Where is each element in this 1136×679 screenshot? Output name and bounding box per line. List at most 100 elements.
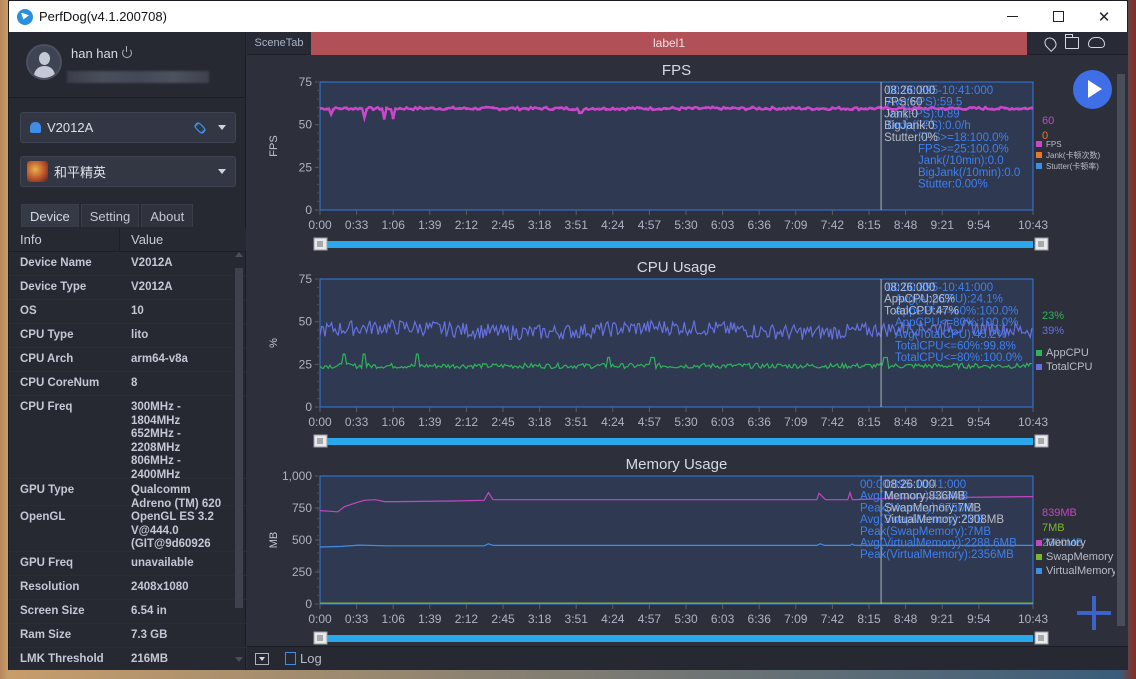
x-tick-label: 5:30: [674, 415, 698, 429]
x-tick-label: 0:00: [308, 218, 332, 232]
range-stat: BigJank(/10min):0.0: [918, 167, 1020, 179]
scrollbar-thumb[interactable]: [1117, 74, 1125, 626]
legend-label[interactable]: SwapMemory: [1046, 551, 1114, 563]
x-tick-label: 8:48: [894, 218, 918, 232]
legend-label[interactable]: TotalCPU: [1046, 361, 1093, 373]
x-tick-label: 3:18: [528, 415, 552, 429]
sidebar-scrollbar[interactable]: [235, 248, 243, 668]
fps-point: [1023, 106, 1027, 110]
x-tick-label: 1:06: [382, 415, 406, 429]
close-button[interactable]: ✕: [1081, 1, 1127, 32]
table-row[interactable]: Resolution 2408x1080: [9, 576, 246, 600]
fps-point: [664, 107, 668, 111]
table-row[interactable]: CPU Arch arm64-v8a: [9, 348, 246, 372]
cursor-tooltip-line: SwapMemory:7MB: [884, 502, 981, 514]
x-tick-label: 3:51: [565, 218, 589, 232]
legend-label[interactable]: AppCPU: [1046, 347, 1089, 359]
maximize-button[interactable]: [1035, 1, 1081, 32]
info-key: Device Type: [20, 281, 87, 293]
scene-tab-button[interactable]: SceneTab: [247, 37, 311, 49]
log-checkbox[interactable]: [285, 652, 296, 665]
y-tick-label: 0: [305, 597, 312, 611]
location-pin-icon[interactable]: [1042, 34, 1059, 52]
table-row[interactable]: LMK Threshold 216MB: [9, 648, 246, 670]
table-row[interactable]: Screen Size 6.54 in: [9, 600, 246, 624]
fps-point: [351, 107, 355, 111]
cloud-icon[interactable]: [1088, 36, 1105, 48]
legend-label[interactable]: Jank(卡顿次数): [1046, 150, 1101, 160]
fps-point: [464, 106, 468, 111]
fps-point: [644, 107, 648, 111]
legend-label[interactable]: VirtualMemory: [1046, 565, 1115, 577]
cursor-tooltip-line: 08:26:000: [884, 282, 935, 294]
fps-point: [710, 105, 715, 109]
folder-icon[interactable]: [1065, 33, 1079, 49]
power-icon[interactable]: [122, 46, 132, 58]
x-tick-label: 6:03: [711, 218, 735, 232]
table-row[interactable]: OS 10: [9, 300, 246, 324]
fps-point: [810, 107, 814, 112]
scroll-down-icon[interactable]: [235, 657, 243, 662]
chevron-down-icon: [218, 169, 226, 174]
scrollbar-thumb[interactable]: [235, 268, 243, 608]
fps-point: [697, 107, 701, 111]
table-row[interactable]: GPU Freq unavailable: [9, 552, 246, 576]
fps-point: [611, 106, 615, 110]
x-tick-label: 9:21: [931, 612, 955, 626]
scene-label[interactable]: label1: [311, 31, 1027, 55]
y-tick-label: 25: [299, 160, 313, 174]
table-row[interactable]: CPU Type lito: [9, 324, 246, 348]
x-tick-label: 4:57: [638, 415, 662, 429]
fps-point: [804, 107, 808, 111]
scroll-up-icon[interactable]: [235, 252, 243, 257]
add-chart-button[interactable]: [1077, 596, 1111, 630]
fps-point: [557, 106, 562, 110]
range-stat: Peak(VirtualMemory):2356MB: [860, 549, 1014, 561]
play-button[interactable]: [1073, 70, 1112, 109]
fps-point: [418, 105, 422, 110]
fps-point: [424, 106, 429, 110]
tab-setting[interactable]: Setting: [80, 204, 140, 227]
legend-swatch: [1036, 350, 1042, 356]
minimize-button[interactable]: [989, 1, 1035, 32]
column-header-value: Value: [131, 232, 164, 247]
main-panel: SceneTab label1 FPS FPS 0 25 50 75 0:00 0:33 1:0…: [247, 31, 1128, 670]
tab-device[interactable]: Device: [21, 204, 79, 227]
device-info-table: Info Value Device Name V2012A Device Type V…: [9, 228, 246, 670]
fps-point: [850, 107, 854, 112]
fps-point: [478, 107, 482, 111]
table-row[interactable]: GPU Type Qualcomm Adreno (TM) 620: [9, 479, 246, 510]
legend-label[interactable]: FPS: [1046, 140, 1062, 149]
fps-point: [591, 106, 595, 111]
app-select[interactable]: 和平精英: [20, 156, 236, 187]
main-scrollbar[interactable]: [1117, 60, 1125, 640]
range-stat: Peak(SwapMemory):7MB: [860, 526, 991, 538]
table-row[interactable]: Device Type V2012A: [9, 276, 246, 300]
x-tick-label: 2:45: [491, 218, 515, 232]
table-row[interactable]: Ram Size 7.3 GB: [9, 624, 246, 648]
fps-point: [671, 105, 675, 109]
user-panel: han han: [9, 32, 245, 98]
fps-point: [970, 106, 974, 110]
table-row[interactable]: CPU CoreNum 8: [9, 372, 246, 396]
legend-label[interactable]: Stutter(卡顿率): [1046, 161, 1099, 171]
avatar[interactable]: [26, 44, 62, 80]
device-select[interactable]: V2012A: [20, 112, 236, 143]
y-tick-label: 75: [299, 272, 313, 286]
connection-link-icon[interactable]: [193, 120, 207, 135]
y-tick-label: 75: [299, 75, 313, 89]
chart-1: CPU Usage% 0 25 50 75 0:00 0:33 1:06 1:39 2:12 2:4…: [268, 259, 1093, 448]
table-row[interactable]: OpenGL OpenGL ES 3.2 V@444.0 (GIT@9d60926: [9, 506, 246, 552]
column-header-info: Info: [9, 228, 120, 251]
table-row[interactable]: CPU Freq 300MHz - 1804MHz 652MHz - 2208MH…: [9, 396, 246, 481]
time-range-slider[interactable]: [326, 438, 1033, 445]
collapse-toggle-button[interactable]: [255, 652, 269, 665]
blurred-account-id: [67, 71, 209, 83]
time-range-slider[interactable]: [326, 241, 1033, 248]
time-range-slider[interactable]: [326, 635, 1033, 642]
info-value: OpenGL ES 3.2 V@444.0 (GIT@9d60926: [131, 511, 214, 550]
info-value: Qualcomm Adreno (TM) 620: [131, 484, 222, 510]
table-row[interactable]: Device Name V2012A: [9, 252, 246, 276]
legend-label[interactable]: Memory: [1046, 537, 1086, 549]
tab-about[interactable]: About: [141, 204, 194, 227]
